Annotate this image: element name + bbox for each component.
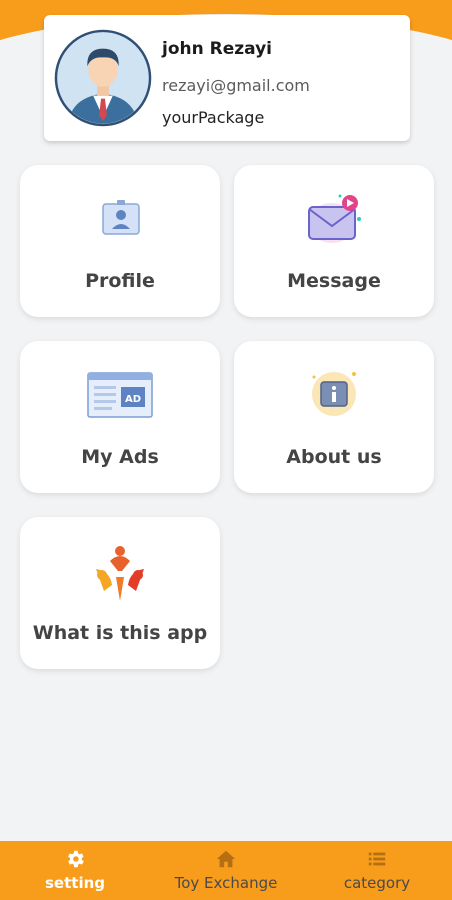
user-name: john Rezayi bbox=[162, 39, 273, 59]
nav-category-label: category bbox=[343, 874, 411, 892]
user-email: rezayi@gmail.com bbox=[162, 76, 310, 95]
profile-label: Profile bbox=[85, 270, 155, 292]
nav-toy-exchange[interactable]: Toy Exchange bbox=[150, 841, 302, 900]
what-is-this-app-label: What is this app bbox=[32, 622, 208, 644]
envelope-icon bbox=[308, 194, 361, 243]
bottom-navigation: setting Toy Exchange category bbox=[0, 841, 452, 900]
nav-setting[interactable]: setting bbox=[0, 841, 150, 900]
message-label: Message bbox=[287, 270, 381, 292]
list-icon bbox=[368, 852, 386, 866]
nav-setting-label: setting bbox=[45, 874, 105, 892]
about-us-tile[interactable]: About us bbox=[234, 341, 434, 493]
ad-window-icon: AD bbox=[87, 372, 153, 418]
nav-toy-exchange-label: Toy Exchange bbox=[174, 874, 278, 892]
message-tile[interactable]: Message bbox=[234, 165, 434, 317]
what-is-this-app-tile[interactable]: What is this app bbox=[20, 517, 220, 669]
svg-text:AD: AD bbox=[125, 394, 141, 405]
app-logo-icon bbox=[96, 546, 144, 601]
home-icon bbox=[216, 850, 236, 868]
about-us-label: About us bbox=[286, 446, 382, 468]
id-card-icon bbox=[102, 200, 140, 235]
my-ads-label: My Ads bbox=[81, 446, 159, 468]
avatar bbox=[54, 29, 152, 127]
my-ads-tile[interactable]: AD My Ads bbox=[20, 341, 220, 493]
gear-icon bbox=[68, 850, 84, 868]
nav-category[interactable]: category bbox=[302, 841, 452, 900]
profile-tile[interactable]: Profile bbox=[20, 165, 220, 317]
info-icon bbox=[312, 372, 356, 416]
user-profile-card[interactable]: john Rezayi rezayi@gmail.com yourPackage bbox=[44, 15, 410, 141]
user-package: yourPackage bbox=[162, 108, 265, 127]
